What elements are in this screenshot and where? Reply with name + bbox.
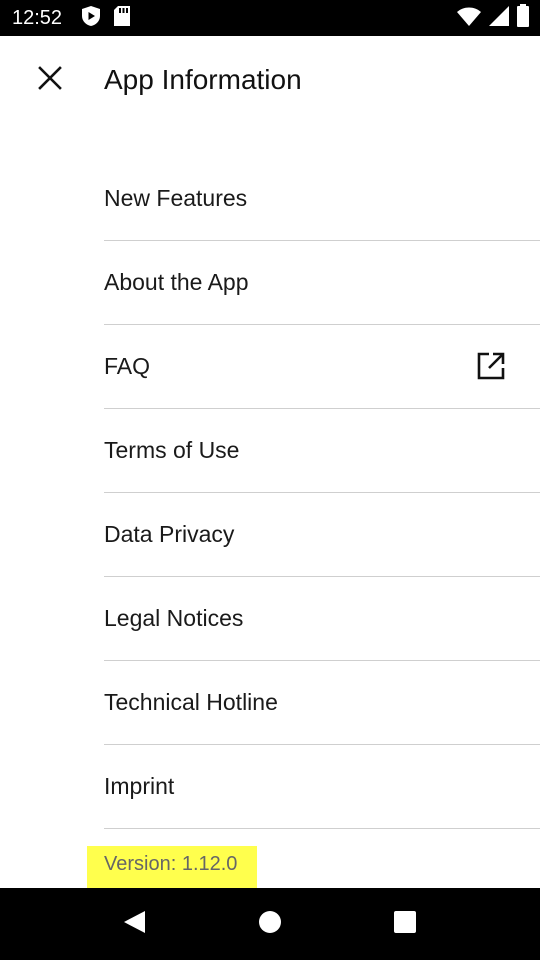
menu-item-imprint[interactable]: Imprint [104,745,540,829]
status-right-icons [456,3,530,33]
close-icon [37,65,63,96]
menu-item-label: Terms of Use [104,437,240,463]
recents-button[interactable] [391,910,419,938]
version-highlight: Version: 1.12.0 [87,846,257,888]
recents-icon [393,910,417,939]
battery-icon [516,3,530,33]
sd-card-icon [112,5,132,32]
menu-item-faq[interactable]: FAQ [104,325,540,409]
wifi-icon [456,5,482,32]
signal-icon [488,5,510,32]
home-button[interactable] [256,910,284,938]
status-left-icons [80,5,132,32]
play-shield-icon [80,5,102,32]
menu-item-label: FAQ [104,353,151,379]
home-icon [258,910,282,939]
menu-item-new-features[interactable]: New Features [104,157,540,241]
open-external-icon [476,351,506,381]
menu-item-technical-hotline[interactable]: Technical Hotline [104,661,540,745]
menu-item-legal-notices[interactable]: Legal Notices [104,577,540,661]
back-icon [121,909,147,940]
back-button[interactable] [120,910,148,938]
page-title: App Information [104,64,302,95]
menu-item-label: Legal Notices [104,605,244,631]
menu-item-label: New Features [104,185,248,211]
version-text: Version: 1.12.0 [104,853,238,875]
menu-item-terms-of-use[interactable]: Terms of Use [104,409,540,493]
menu-list: New Features About the App FAQ Terms of … [104,157,540,829]
menu-item-label: Data Privacy [104,521,235,547]
app-bar: App Information [0,36,540,124]
menu-item-label: Technical Hotline [104,689,278,715]
status-time: 12:52 [12,7,63,29]
menu-item-label: Imprint [104,773,175,799]
menu-item-data-privacy[interactable]: Data Privacy [104,493,540,577]
menu-item-about-the-app[interactable]: About the App [104,241,540,325]
system-nav-bar [0,888,540,960]
status-bar: 12:52 [0,0,540,36]
menu-item-label: About the App [104,269,249,295]
close-button[interactable] [26,56,74,104]
